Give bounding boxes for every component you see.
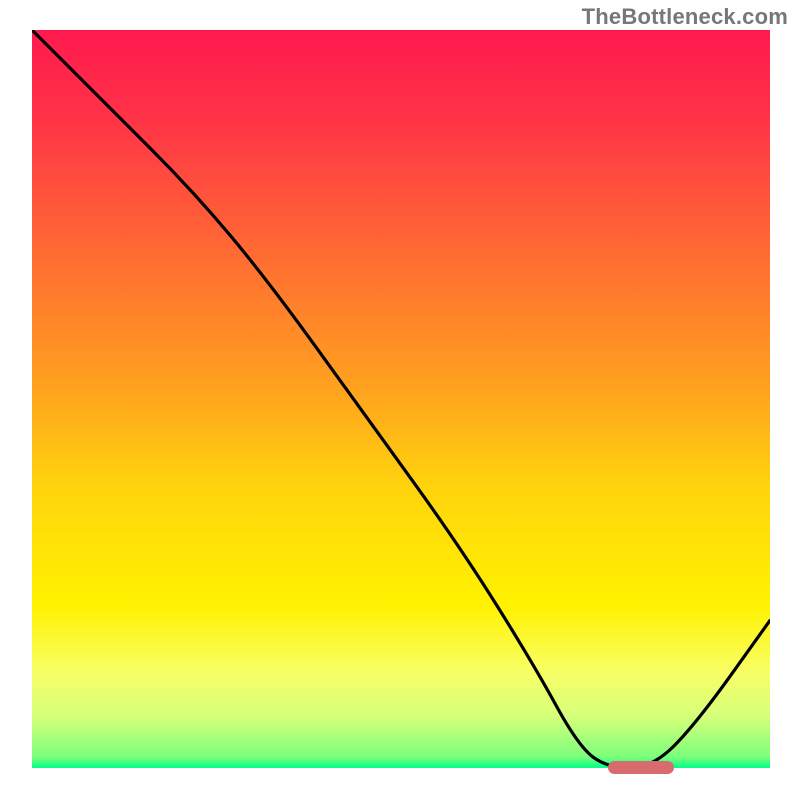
optimal-zone-marker (608, 761, 674, 774)
viewport: TheBottleneck.com (0, 0, 800, 800)
plot-area (32, 30, 770, 768)
attribution-text: TheBottleneck.com (582, 4, 788, 30)
curve-layer (32, 30, 770, 768)
bottleneck-curve (32, 30, 770, 768)
